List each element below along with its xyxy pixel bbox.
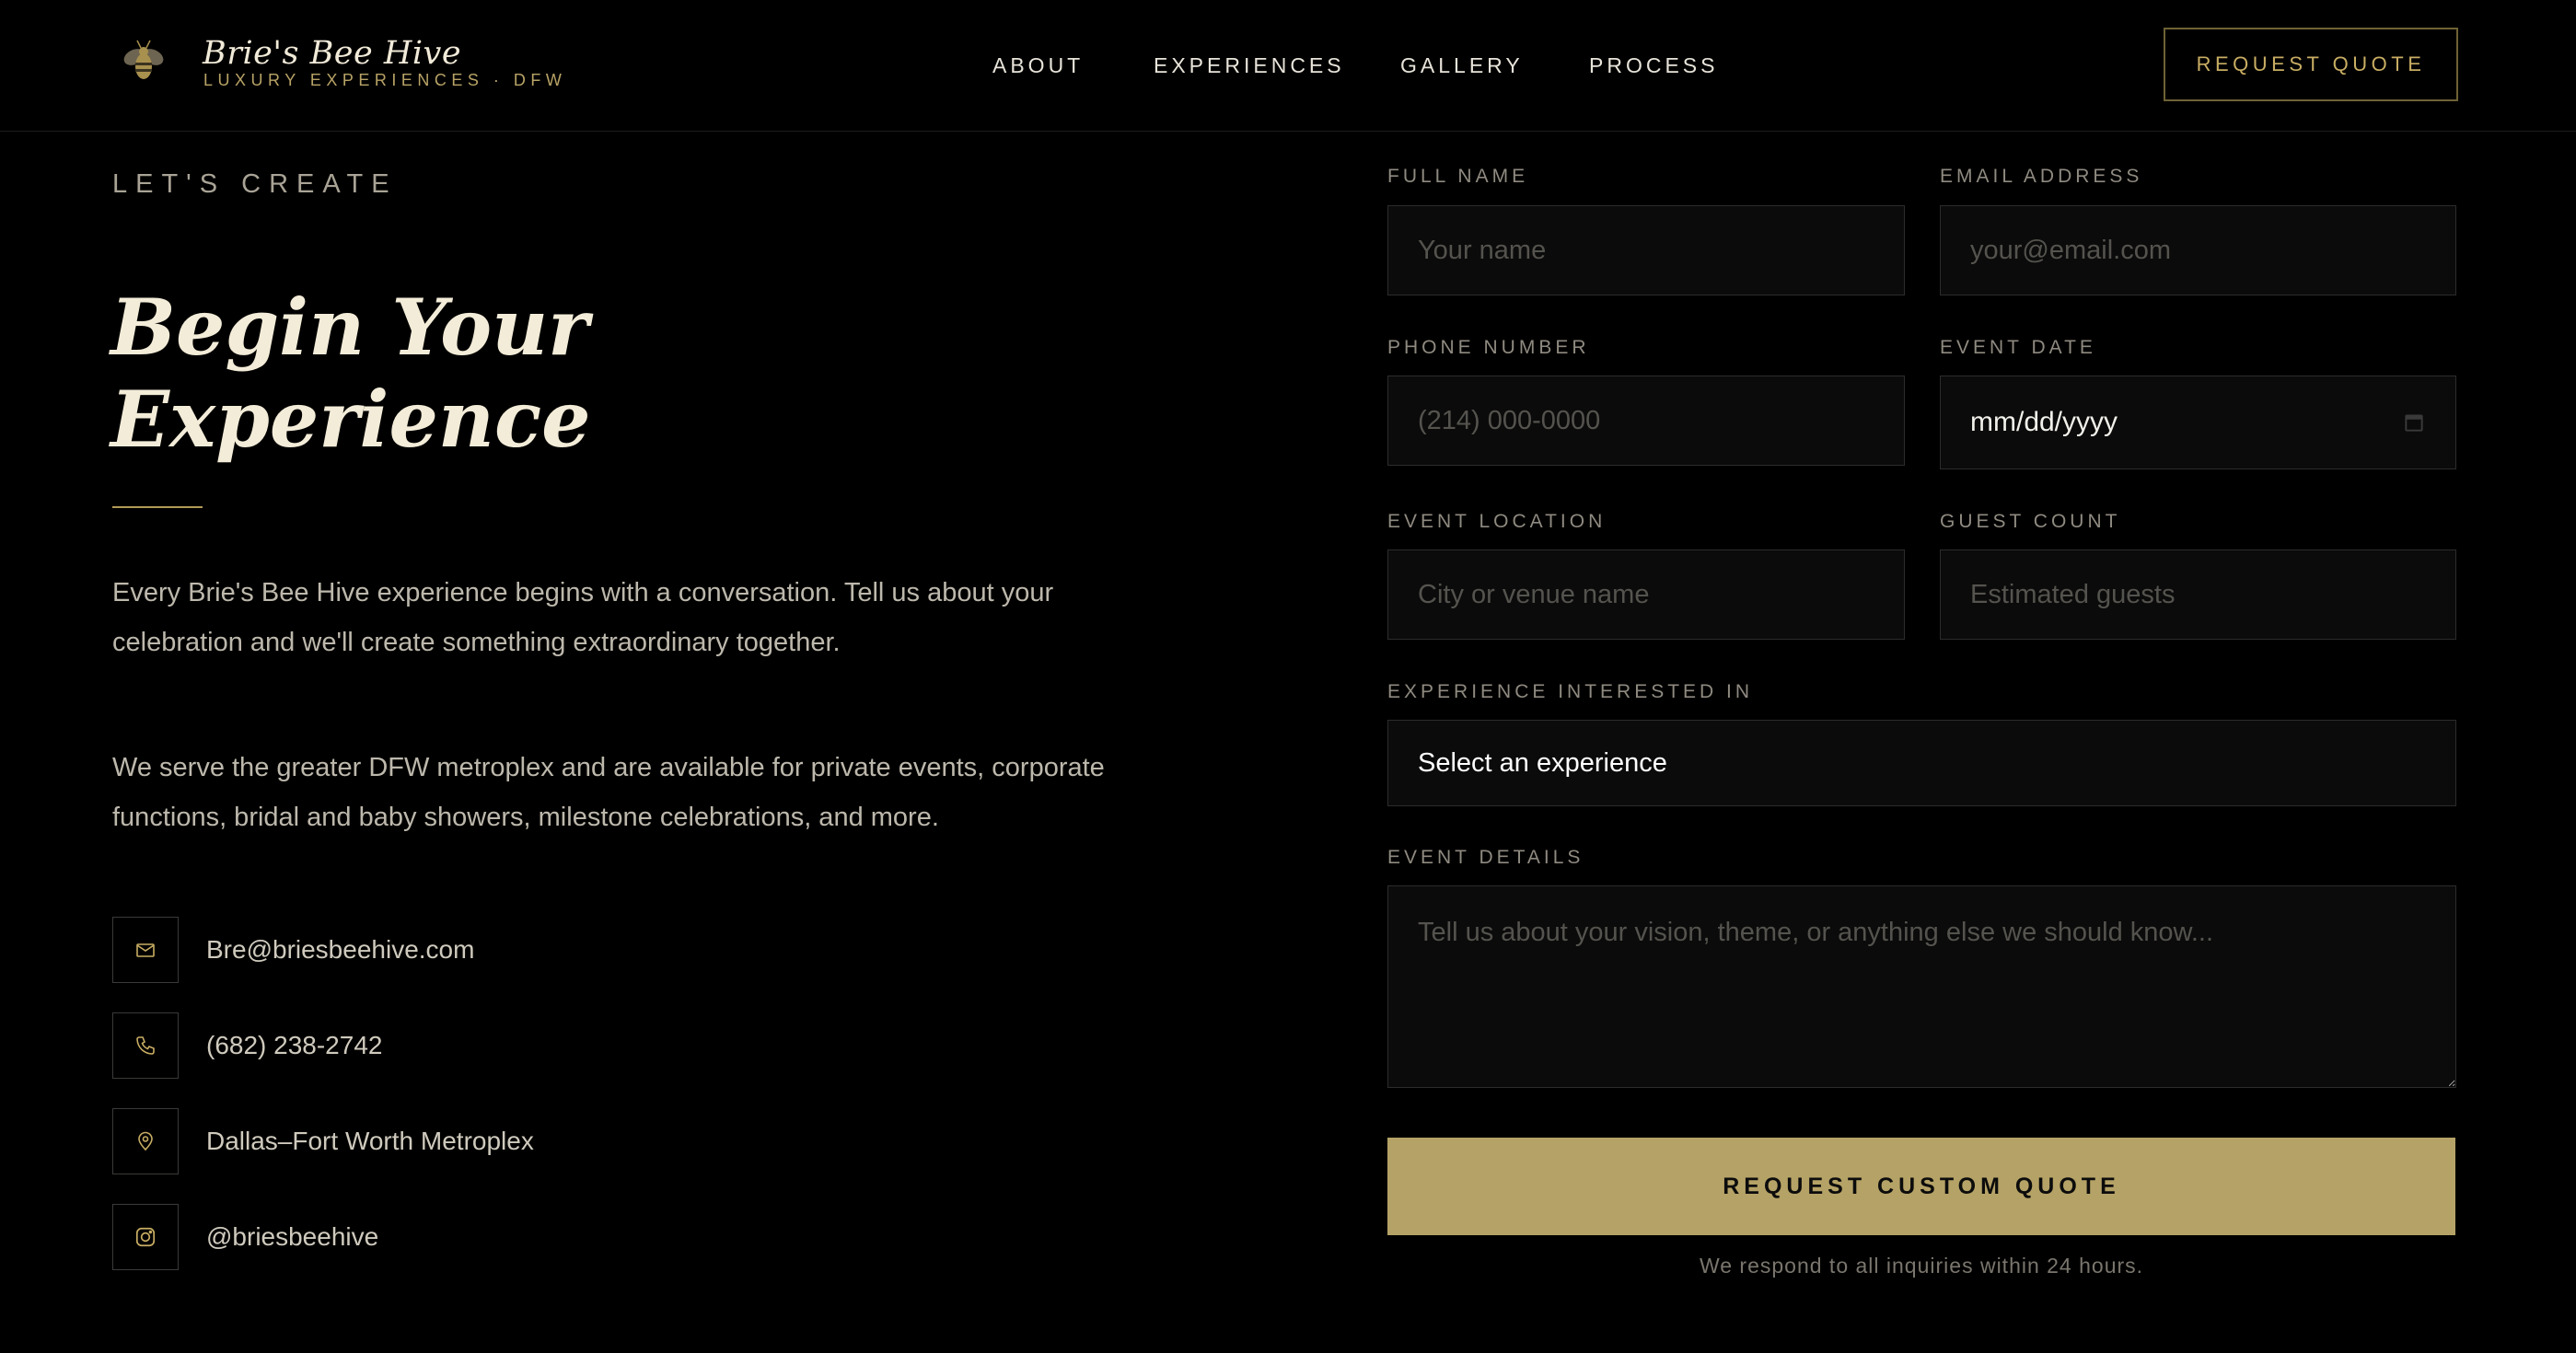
event-details-textarea[interactable]	[1387, 885, 2456, 1088]
mail-icon	[112, 917, 179, 983]
page-title: Begin Your Experience	[110, 282, 591, 466]
experience-selected-value: Select an experience	[1418, 747, 1667, 778]
location-label: EVENT LOCATION	[1387, 511, 1607, 532]
experience-label: EXPERIENCE INTERESTED IN	[1387, 681, 1754, 702]
site-header: Brie's Bee Hive LUXURY EXPERIENCES · DFW…	[0, 0, 2576, 132]
nav-item-process[interactable]: PROCESS	[1589, 53, 1718, 78]
email-input[interactable]	[1940, 205, 2456, 295]
full-name-label: FULL NAME	[1387, 166, 1529, 187]
request-quote-button[interactable]: REQUEST QUOTE	[2164, 28, 2458, 101]
contact-email[interactable]: Bre@briesbeehive.com	[206, 935, 474, 965]
phone-input[interactable]	[1387, 376, 1905, 466]
intro-paragraph: Every Brie's Bee Hive experience begins …	[112, 578, 1054, 657]
request-custom-quote-button[interactable]: REQUEST CUSTOM QUOTE	[1387, 1138, 2455, 1235]
bee-icon[interactable]	[116, 33, 171, 88]
location-input[interactable]	[1387, 549, 1905, 640]
guest-count-label: GUEST COUNT	[1940, 511, 2121, 532]
contact-location: Dallas–Fort Worth Metroplex	[206, 1127, 534, 1155]
email-label: EMAIL ADDRESS	[1940, 166, 2143, 187]
calendar-icon[interactable]	[2402, 411, 2426, 434]
title-line-2: Experience	[110, 374, 591, 465]
contact-instagram-row[interactable]: @briesbeehive	[112, 1204, 378, 1270]
full-name-input[interactable]	[1387, 205, 1905, 295]
brand-tagline: LUXURY EXPERIENCES · DFW	[203, 71, 567, 89]
event-date-input[interactable]: mm/dd/yyyy	[1940, 376, 2456, 469]
contact-instagram[interactable]: @briesbeehive	[206, 1222, 378, 1252]
contact-email-row[interactable]: Bre@briesbeehive.com	[112, 917, 474, 983]
nav-item-gallery[interactable]: GALLERY	[1400, 53, 1524, 78]
event-date-label: EVENT DATE	[1940, 337, 2096, 358]
phone-icon	[112, 1012, 179, 1079]
nav-item-about[interactable]: ABOUT	[992, 53, 1084, 78]
event-details-label: EVENT DETAILS	[1387, 847, 1584, 868]
service-area-paragraph: We serve the greater DFW metroplex and a…	[112, 753, 1105, 832]
contact-location-row: Dallas–Fort Worth Metroplex	[112, 1108, 534, 1174]
response-time-note: We respond to all inquiries within 24 ho…	[1699, 1254, 2144, 1278]
brand-name[interactable]: Brie's Bee Hive	[203, 35, 461, 72]
title-line-1: Begin Your	[110, 282, 589, 373]
section-eyebrow: LET'S CREATE	[112, 169, 398, 199]
event-date-value: mm/dd/yyyy	[1970, 407, 2118, 437]
title-divider	[112, 506, 203, 508]
phone-label: PHONE NUMBER	[1387, 337, 1590, 358]
contact-phone-row[interactable]: (682) 238-2742	[112, 1012, 382, 1079]
contact-phone[interactable]: (682) 238-2742	[206, 1031, 382, 1060]
instagram-icon	[112, 1204, 179, 1270]
experience-select[interactable]: Select an experience	[1387, 720, 2456, 806]
guest-count-input[interactable]	[1940, 549, 2456, 640]
map-pin-icon	[112, 1108, 179, 1174]
nav-item-experiences[interactable]: EXPERIENCES	[1154, 53, 1345, 78]
